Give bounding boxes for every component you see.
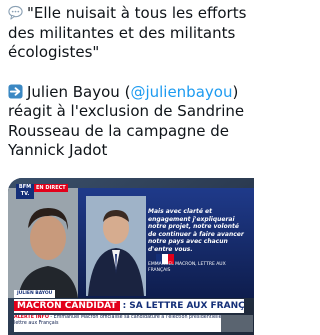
headline-rest: : SA LETTRE AUX FRANÇAIS xyxy=(122,301,244,311)
video-headline: MACRON CANDIDAT: SA LETTRE AUX FRANÇAIS xyxy=(14,299,244,313)
headline-main: MACRON CANDIDAT xyxy=(14,301,120,311)
body-paragraph: Julien Bayou (@julienbayou) réagit à l'e… xyxy=(8,83,252,161)
live-badge: EN DIRECT xyxy=(34,184,68,192)
post-body: "Elle nuisait à tous les efforts des mil… xyxy=(8,4,252,161)
speech-balloon-icon xyxy=(8,5,23,20)
ticker-text: - Emmanuel Macron officialise sa candida… xyxy=(14,315,246,326)
channel-logo: BFM TV. xyxy=(16,184,34,199)
right-arrow-icon xyxy=(8,83,23,99)
news-ticker: ALERTE INFO - Emmanuel Macron officialis… xyxy=(14,315,250,332)
ticker-thumbnail xyxy=(221,315,253,332)
quote-text: "Elle nuisait à tous les efforts des mil… xyxy=(8,4,247,61)
quote-paragraph: "Elle nuisait à tous les efforts des mil… xyxy=(8,4,252,63)
video-thumbnail[interactable]: BFM TV. EN DIRECT Mais avec clarté et en… xyxy=(8,178,254,335)
mention-link[interactable]: @julienbayou xyxy=(130,83,232,101)
body-prefix: Julien Bayou ( xyxy=(27,82,131,101)
ticker-alert: ALERTE INFO xyxy=(14,315,49,320)
quote-source: EMMANUEL MACRON, LETTRE AUX FRANÇAIS xyxy=(148,262,226,273)
video-quote: Mais avec clarté et engagement j'expliqu… xyxy=(148,208,244,253)
speaker-name: JULIEN BAYOU xyxy=(14,290,56,298)
